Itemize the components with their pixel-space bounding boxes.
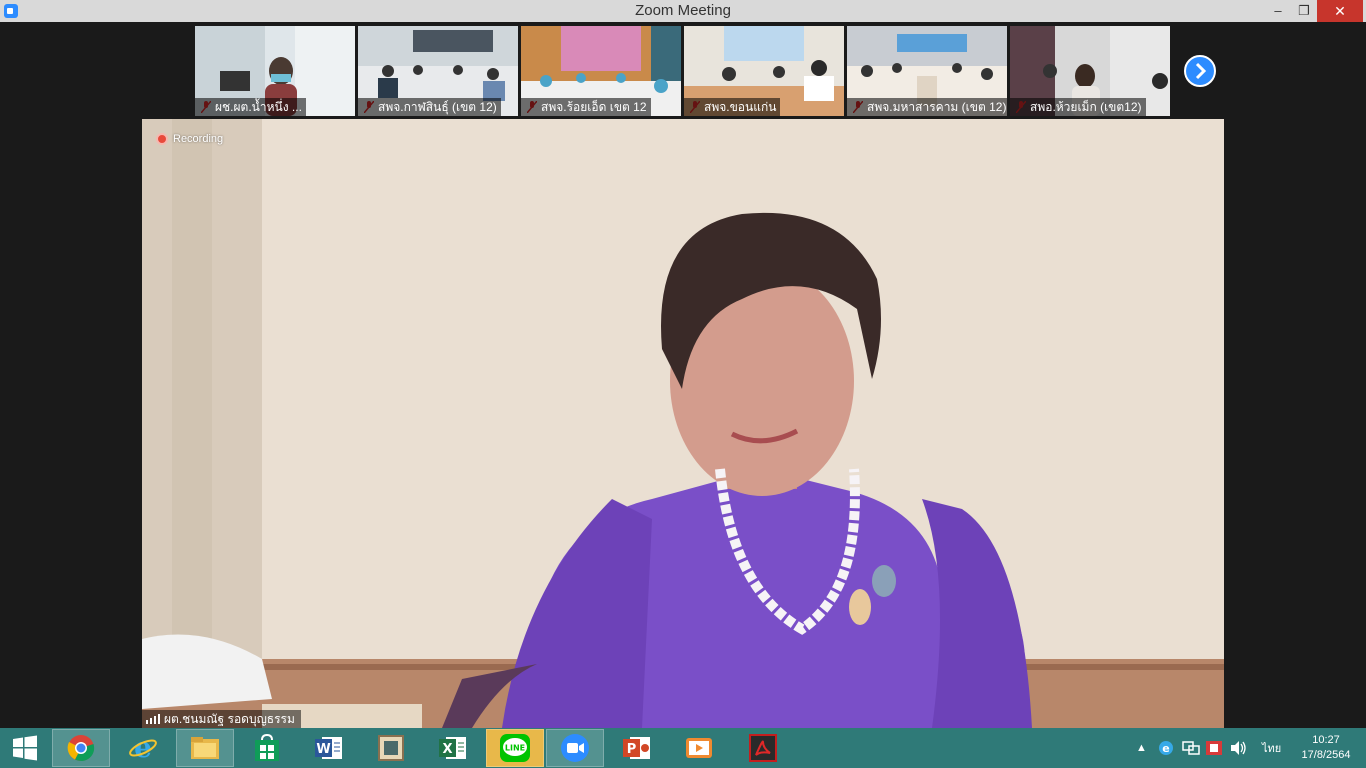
svg-text:e: e [134,734,152,762]
taskbar-zoom[interactable] [546,729,604,767]
participant-name: ผช.ผต.น้ำหนึ่ง ... [195,98,306,116]
restore-button[interactable]: ❐ [1291,0,1317,22]
language-indicator: ไทย [1262,743,1282,755]
speaker-name-tag: ผต.ชนมณัฐ รอดบุญธรรม [142,710,301,728]
taskbar-app-window[interactable] [362,729,420,767]
store-icon [255,734,279,761]
svg-text:e: e [1162,742,1169,755]
tray-clock[interactable]: 10:27 17/8/2564 [1296,733,1356,763]
next-page-button[interactable] [1184,55,1216,87]
tray-app-icon[interactable] [1205,728,1223,768]
taskbar-excel[interactable]: X [424,729,482,767]
recording-indicator[interactable]: Recording [156,133,223,145]
participant-thumb[interactable]: สพอ.ห้วยเม็ก (เขต12) [1010,26,1170,116]
taskbar-file-explorer[interactable] [176,729,234,767]
participant-strip: ผช.ผต.น้ำหนึ่ง ... สพจ.กาฬสินธุ์ (เขต 12… [0,22,1366,119]
tray-network-icon[interactable] [1182,728,1200,768]
tray-ie-icon[interactable]: e [1158,728,1174,768]
minimize-button[interactable]: – [1265,0,1291,22]
taskbar-chrome[interactable] [52,729,110,767]
participant-name: สพจ.ร้อยเอ็ด เขต 12 [521,98,651,116]
powerpoint-icon: P [623,737,650,759]
app-window-icon [378,735,404,761]
acrobat-icon [749,734,777,762]
participant-thumb[interactable]: สพจ.ขอนแก่น [684,26,844,116]
taskbar-line[interactable]: LINE [486,729,544,767]
svg-text:LINE: LINE [505,744,525,753]
volume-icon [1231,741,1246,755]
participant-thumb[interactable]: สพจ.มหาสารคาม (เขต 12) [847,26,1007,116]
start-button[interactable] [0,729,50,767]
word-icon: W [315,737,342,759]
close-button[interactable]: ✕ [1317,0,1363,22]
svg-text:W: W [316,742,330,757]
tray-volume-icon[interactable] [1230,728,1248,768]
participant-name: สพจ.กาฬสินธุ์ (เขต 12) [358,98,501,116]
taskbar-powerpoint[interactable]: P [608,729,666,767]
window-title: Zoom Meeting [635,2,731,19]
taskbar-video-player[interactable] [670,729,728,767]
chevron-up-icon: ▲ [1136,742,1147,754]
ie-tray-icon: e [1159,741,1173,755]
internet-explorer-icon: e [129,734,157,762]
windows-logo-icon [13,735,37,761]
speaker-name: ผต.ชนมณัฐ รอดบุญธรรม [164,712,295,726]
clock-time: 10:27 [1312,734,1340,746]
participant-name: สพจ.ขอนแก่น [684,98,781,116]
taskbar-store[interactable] [238,729,296,767]
participant-name: สพจ.มหาสารคาม (เขต 12) [847,98,1007,116]
window-titlebar: Zoom Meeting – ❐ ✕ [0,0,1366,22]
chevron-right-icon [1195,62,1207,80]
participant-name: สพอ.ห้วยเม็ก (เขต12) [1010,98,1146,116]
line-icon: LINE [500,734,530,762]
record-icon [156,133,168,145]
chrome-icon [67,735,95,762]
excel-icon: X [439,737,466,759]
video-player-icon [686,738,712,758]
taskbar-acrobat[interactable] [734,729,792,767]
svg-text:P: P [627,742,637,757]
participant-thumb[interactable]: สพจ.ร้อยเอ็ด เขต 12 [521,26,681,116]
active-speaker-video: Recording ผต.ชนมณัฐ รอดบุญธรรม [142,119,1224,728]
speaker-video-frame [142,119,1224,728]
svg-text:X: X [442,742,452,757]
taskbar-word[interactable]: W [300,729,358,767]
participant-thumb[interactable]: ผช.ผต.น้ำหนึ่ง ... [195,26,355,116]
tray-overflow-button[interactable]: ▲ [1136,728,1147,768]
tray-language[interactable]: ไทย [1262,728,1281,768]
folder-icon [191,737,219,759]
taskbar-ie[interactable]: e [114,729,172,767]
windows-taskbar: e W X LINE P ▲ e ไทย 10:27 17/8/2564 [0,728,1366,768]
zoom-icon [561,734,589,762]
signal-bars-icon [146,714,160,724]
clock-date: 17/8/2564 [1301,749,1351,761]
recording-label: Recording [173,133,224,145]
participant-thumb[interactable]: สพจ.กาฬสินธุ์ (เขต 12) [358,26,518,116]
network-icon [1182,741,1200,755]
security-tray-icon [1206,741,1222,755]
